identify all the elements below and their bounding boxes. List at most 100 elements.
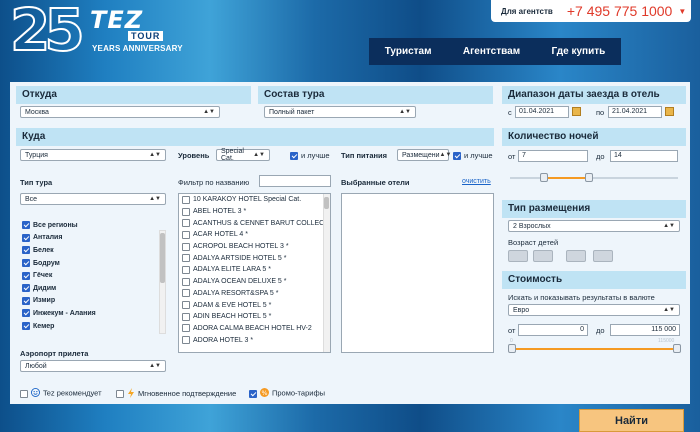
checkbox-icon[interactable]: [182, 336, 190, 345]
region-item[interactable]: Дидим: [20, 282, 96, 295]
date-from-input[interactable]: 01.04.2021: [515, 106, 569, 118]
cost-from-input[interactable]: 0: [518, 324, 588, 336]
region-item[interactable]: Анталия: [20, 232, 96, 245]
from-select[interactable]: Москва ▲▼: [20, 106, 220, 118]
agent-label[interactable]: Для агентств: [501, 7, 553, 16]
level-better[interactable]: и лучше: [290, 151, 330, 161]
hotel-item[interactable]: 10 KARAKOY HOTEL Special Cat.: [179, 194, 330, 206]
region-item[interactable]: Бодрум: [20, 257, 96, 270]
checkbox-icon[interactable]: [290, 152, 298, 161]
region-item[interactable]: Белек: [20, 244, 96, 257]
region-item[interactable]: Кемер: [20, 320, 96, 333]
currency-select[interactable]: Евро ▲▼: [508, 304, 680, 316]
checkbox-icon[interactable]: [453, 152, 461, 161]
checkbox-icon[interactable]: [182, 230, 190, 239]
nights-slider-min-handle[interactable]: [540, 173, 548, 182]
option-promo[interactable]: % Промо-тарифы: [249, 388, 325, 399]
find-button[interactable]: Найти: [579, 409, 684, 432]
meal-select[interactable]: Размещени ▲▼: [397, 149, 451, 161]
region-item[interactable]: Измир: [20, 295, 96, 308]
checkbox-icon[interactable]: [182, 207, 190, 216]
hotel-item[interactable]: ADORA CALMA BEACH HOTEL HV-2: [179, 323, 330, 335]
checkbox-icon[interactable]: [22, 246, 30, 255]
hotels-scrollbar[interactable]: [323, 194, 330, 352]
checkbox-icon[interactable]: [22, 284, 30, 293]
tour-type-value: Все: [25, 195, 38, 203]
country-select[interactable]: Турция ▲▼: [20, 149, 166, 161]
checkbox-icon[interactable]: [182, 254, 190, 263]
hotel-item[interactable]: ADALYA RESORT&SPA 5 *: [179, 288, 330, 300]
nights-slider-track[interactable]: [510, 177, 678, 179]
cost-slider-min-handle[interactable]: [508, 344, 516, 353]
child-age-4[interactable]: [593, 250, 613, 262]
child-age-1[interactable]: [508, 250, 528, 262]
checkbox-icon[interactable]: [22, 233, 30, 242]
nights-from-input[interactable]: 7: [518, 150, 588, 162]
composition-select[interactable]: Полный пакет ▲▼: [264, 106, 416, 118]
accommodation-select[interactable]: 2 Взрослых ▲▼: [508, 220, 680, 232]
level-select[interactable]: Special Cat. ▲▼: [216, 148, 270, 162]
checkbox-icon[interactable]: [116, 390, 124, 398]
checkbox-icon[interactable]: [182, 289, 190, 298]
accommodation-title: Тип размещения: [502, 200, 686, 218]
child-age-3[interactable]: [566, 250, 586, 262]
hotel-item[interactable]: ACROPOL BEACH HOTEL 3 *: [179, 241, 330, 253]
checkbox-icon[interactable]: [182, 265, 190, 274]
checkbox-icon[interactable]: [182, 219, 190, 228]
hotel-item[interactable]: ADALYA ARTSIDE HOTEL 5 *: [179, 252, 330, 264]
checkbox-icon[interactable]: [182, 312, 190, 321]
nav-tourists[interactable]: Туристам: [385, 46, 432, 57]
scrollbar-thumb[interactable]: [160, 233, 165, 283]
scrollbar-thumb[interactable]: [324, 197, 329, 209]
clear-link[interactable]: очистить: [462, 178, 491, 185]
agent-phone[interactable]: +7 495 775 1000: [567, 3, 673, 19]
logo[interactable]: 25 TEZ TOUR YEARS ANNIVERSARY: [6, 0, 226, 70]
selected-hotels-box[interactable]: [341, 193, 494, 353]
checkbox-icon[interactable]: [249, 389, 257, 398]
nights-slider-max-handle[interactable]: [585, 173, 593, 182]
checkbox-icon[interactable]: [22, 296, 30, 305]
hotel-item[interactable]: ACANTHUS & CENNET BARUT COLLEC: [179, 217, 330, 229]
checkbox-icon[interactable]: [182, 301, 190, 310]
meal-better[interactable]: и лучше: [453, 151, 493, 161]
nav-agencies[interactable]: Агентствам: [463, 46, 520, 57]
nav-where-buy[interactable]: Где купить: [552, 46, 606, 57]
checkbox-icon[interactable]: [22, 221, 30, 230]
hotel-item[interactable]: ACAR HOTEL 4 *: [179, 229, 330, 241]
checkbox-icon[interactable]: [182, 242, 190, 251]
checkbox-icon[interactable]: [22, 259, 30, 268]
airport-select[interactable]: Любой ▲▼: [20, 360, 166, 372]
checkbox-icon[interactable]: [22, 309, 30, 318]
cost-slider-max-handle[interactable]: [673, 344, 681, 353]
hotels-list[interactable]: 10 KARAKOY HOTEL Special Cat. ABEL HOTEL …: [178, 193, 331, 353]
region-item[interactable]: Все регионы: [20, 219, 96, 232]
regions-scrollbar[interactable]: [159, 230, 166, 334]
nights-to-input[interactable]: 14: [610, 150, 678, 162]
checkbox-icon[interactable]: [22, 271, 30, 280]
hotel-item[interactable]: ADORA HOTEL 3 *: [179, 334, 330, 346]
calendar-icon[interactable]: [665, 107, 674, 116]
checkbox-icon[interactable]: [182, 277, 190, 286]
hotel-item[interactable]: ABEL HOTEL 3 *: [179, 206, 330, 218]
filter-input[interactable]: [259, 175, 331, 187]
checkbox-icon[interactable]: [22, 322, 30, 331]
option-recommend[interactable]: Tez рекомендует: [20, 388, 102, 399]
child-age-2[interactable]: [533, 250, 553, 262]
region-label: Гёчек: [33, 272, 53, 280]
region-item[interactable]: Гёчек: [20, 269, 96, 282]
cost-to-input[interactable]: 115 000: [610, 324, 680, 336]
checkbox-icon[interactable]: [182, 324, 190, 333]
option-instant[interactable]: Мгновенное подтверждение: [116, 388, 236, 400]
region-item[interactable]: Инжекум - Алания: [20, 307, 96, 320]
calendar-icon[interactable]: [572, 107, 581, 116]
hotel-label: ADALYA ARTSIDE HOTEL 5 *: [193, 254, 287, 262]
checkbox-icon[interactable]: [20, 389, 28, 398]
date-to-input[interactable]: 21.04.2021: [608, 106, 662, 118]
hotel-item[interactable]: ADALYA ELITE LARA 5 *: [179, 264, 330, 276]
checkbox-icon[interactable]: [182, 195, 190, 204]
tour-type-select[interactable]: Все ▲▼: [20, 193, 166, 205]
hotel-item[interactable]: ADALYA OCEAN DELUXE 5 *: [179, 276, 330, 288]
hotel-item[interactable]: ADIN BEACH HOTEL 5 *: [179, 311, 330, 323]
chevron-down-icon[interactable]: ▼: [678, 7, 686, 16]
hotel-item[interactable]: ADAM & EVE HOTEL 5 *: [179, 299, 330, 311]
